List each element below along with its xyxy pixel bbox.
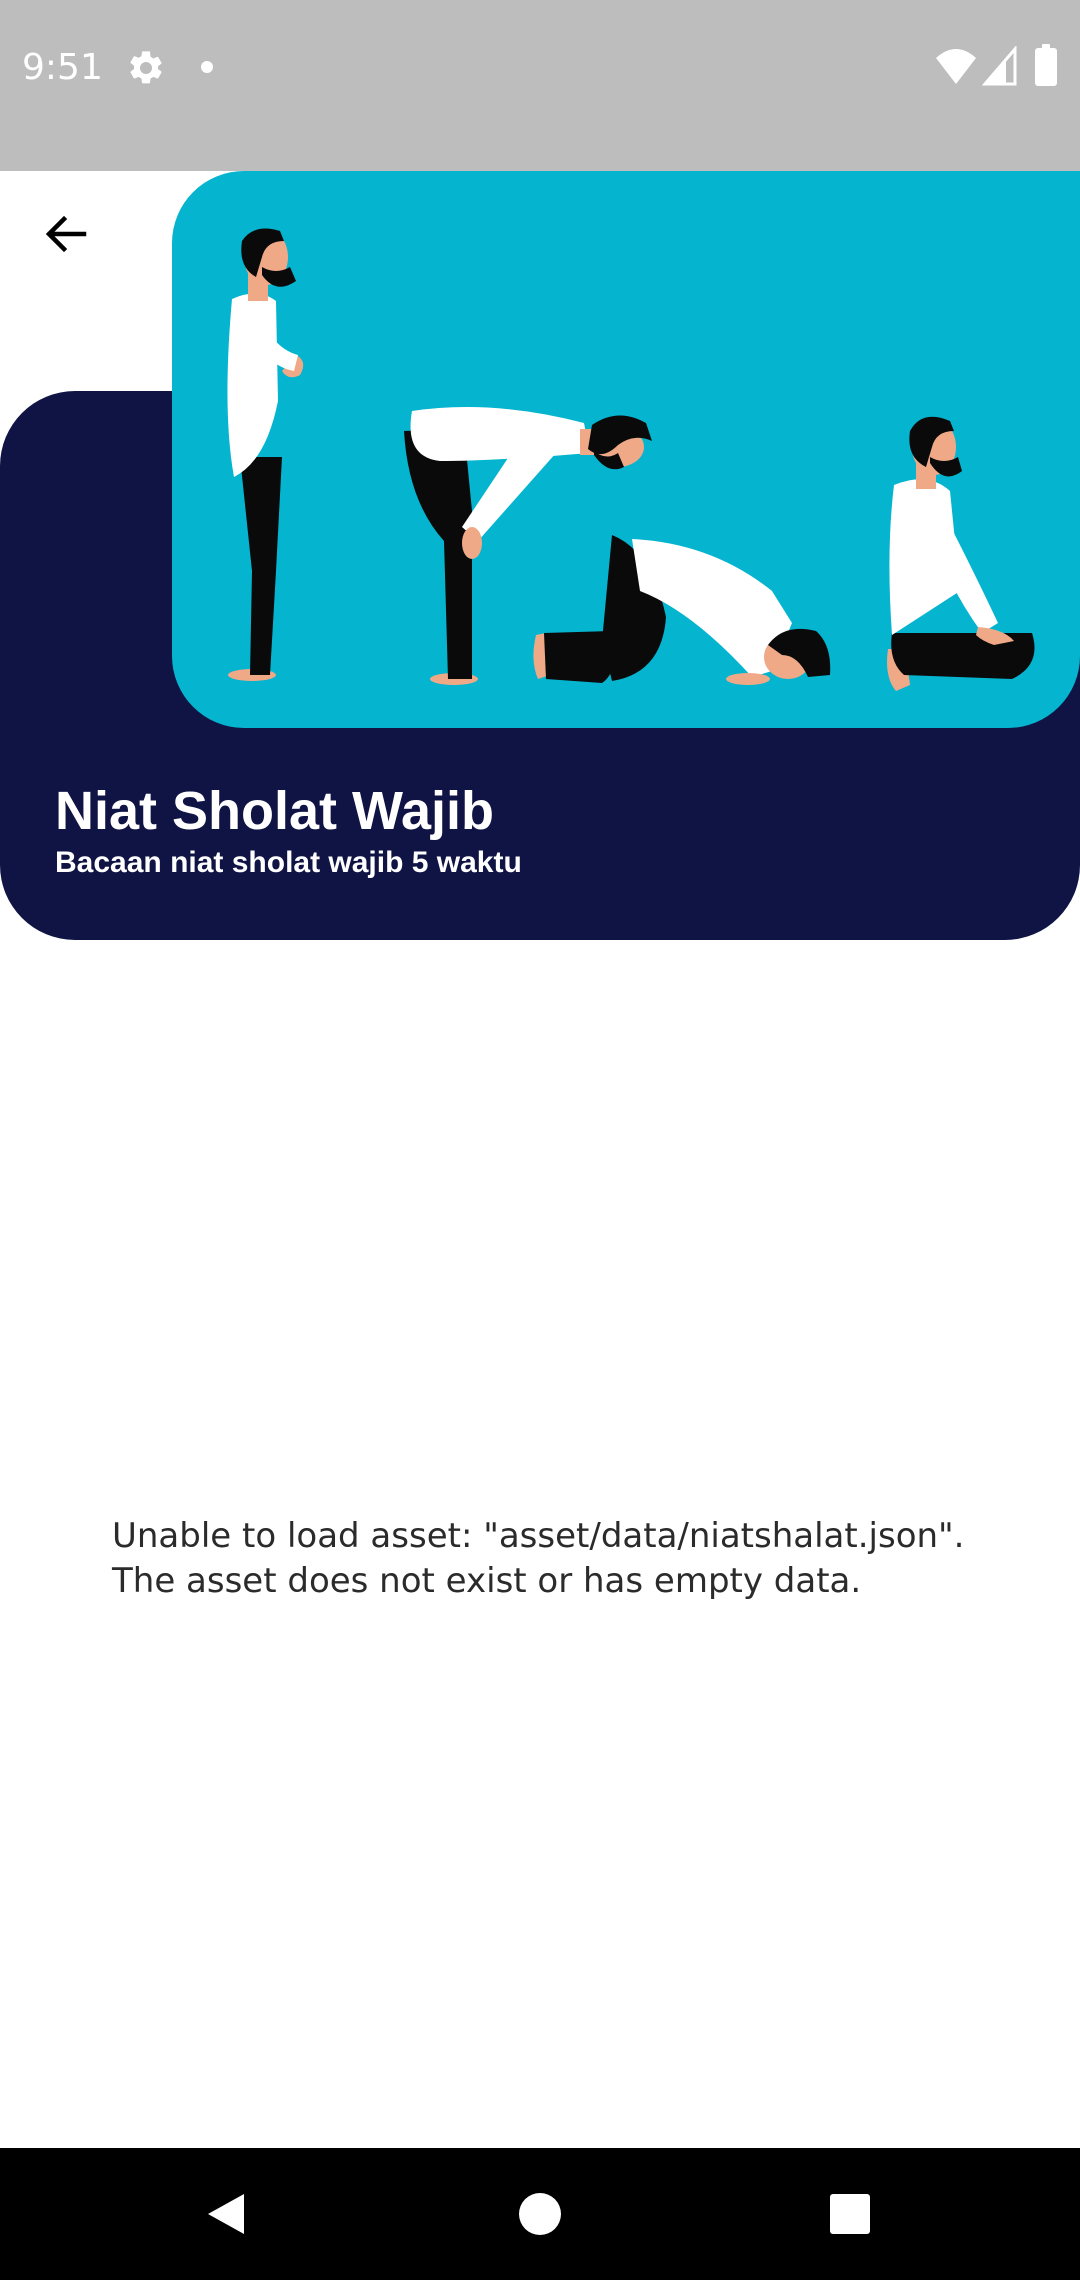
nav-home-button[interactable]	[508, 2184, 572, 2248]
sitting-figure	[887, 416, 1035, 691]
back-triangle-icon	[202, 2190, 250, 2243]
prostrating-figure	[533, 535, 831, 685]
standing-figure	[227, 228, 304, 681]
back-button[interactable]	[22, 200, 110, 272]
page-subtitle: Bacaan niat sholat wajib 5 waktu	[55, 846, 522, 879]
nav-back-button[interactable]	[194, 2184, 258, 2248]
status-time: 9:51	[22, 47, 103, 88]
error-message: Unable to load asset: "asset/data/niatsh…	[112, 1514, 1012, 1604]
battery-icon	[1034, 44, 1058, 86]
recents-square-icon	[826, 2190, 874, 2243]
signal-icon	[981, 44, 1018, 86]
prayer-positions-illustration	[172, 171, 1080, 728]
page-title: Niat Sholat Wajib	[55, 781, 495, 841]
status-bar: 9:51	[0, 0, 1080, 171]
arrow-left-icon	[42, 210, 90, 263]
error-line-2: The asset does not exist or has empty da…	[112, 1561, 862, 1601]
home-circle-icon	[516, 2190, 564, 2243]
wifi-icon	[934, 46, 978, 86]
dot-icon	[200, 60, 214, 74]
nav-recents-button[interactable]	[818, 2184, 882, 2248]
error-line-1: Unable to load asset: "asset/data/niatsh…	[112, 1516, 965, 1556]
gear-icon	[126, 48, 166, 88]
